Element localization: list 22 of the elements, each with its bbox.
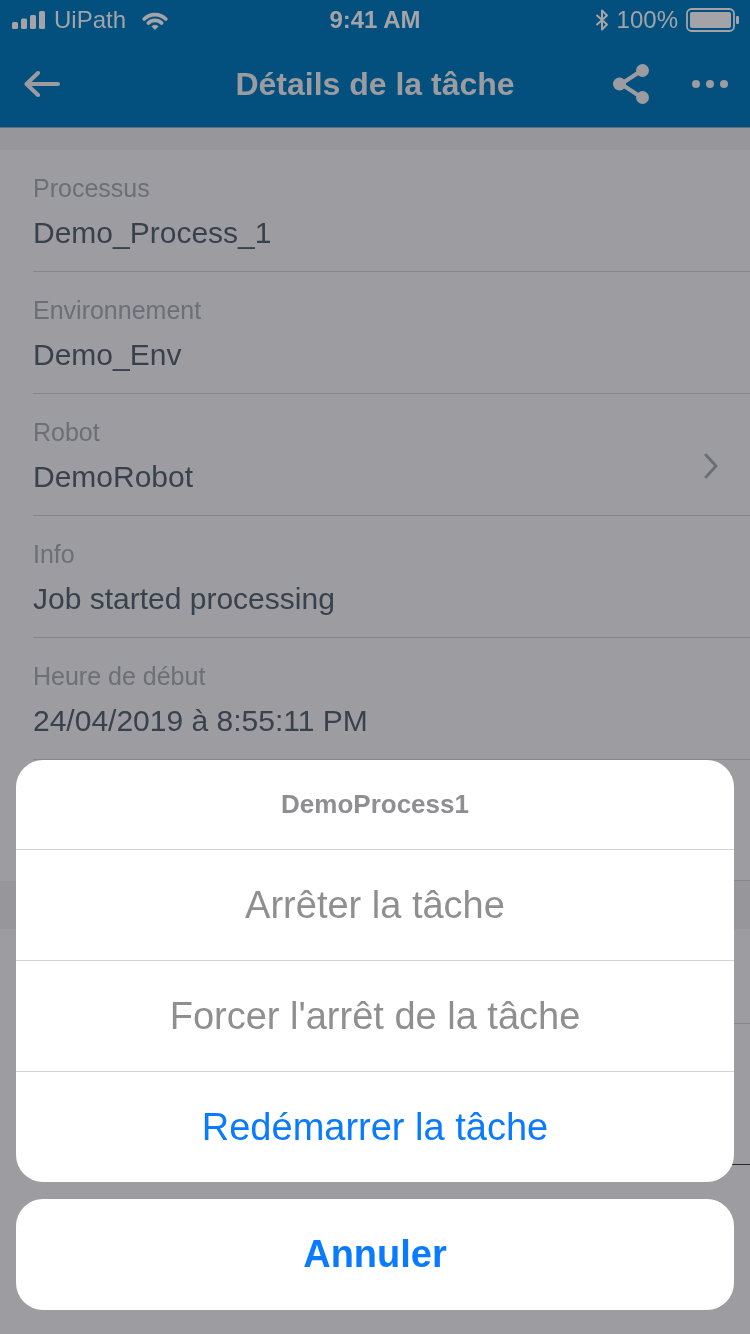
back-arrow-icon xyxy=(24,70,60,97)
carrier-name: UiPath xyxy=(54,6,127,34)
more-icon xyxy=(692,79,728,88)
sheet-title: DemoProcess1 xyxy=(280,788,470,821)
bluetooth-icon xyxy=(594,8,609,32)
field-value: Job started processing xyxy=(33,582,335,616)
status-time: 9:41 AM xyxy=(329,6,421,34)
field-value: 24/04/2019 à 8:55:11 PM xyxy=(33,704,368,738)
share-icon xyxy=(612,62,650,105)
field-value: Demo_Process_1 xyxy=(33,216,272,250)
signal-icon xyxy=(12,11,46,29)
wifi-icon xyxy=(142,10,169,30)
battery-percent: 100% xyxy=(616,6,678,34)
field-value: Demo_Env xyxy=(33,338,182,372)
back-button[interactable] xyxy=(24,70,60,97)
cancel-button[interactable]: Annuler xyxy=(16,1199,734,1310)
field-value: DemoRobot xyxy=(33,460,194,494)
share-button[interactable] xyxy=(612,62,650,105)
action-button[interactable]: Redémarrer la tâche xyxy=(16,1071,734,1182)
battery-icon xyxy=(686,8,740,32)
more-button[interactable] xyxy=(692,79,728,88)
screen-title: Détails de la tâche xyxy=(235,64,515,104)
